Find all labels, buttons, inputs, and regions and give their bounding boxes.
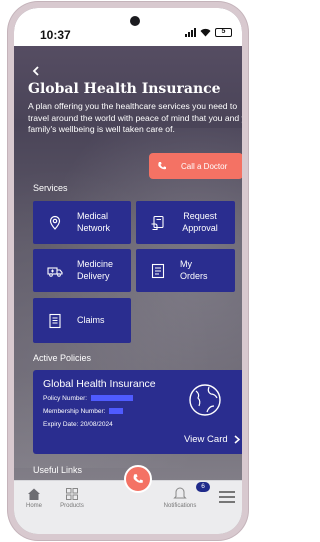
nav-products-label: Products [60, 503, 84, 509]
service-medical-network[interactable]: Medical Network [33, 201, 131, 244]
page-title: Global Health Insurance [28, 81, 221, 97]
active-policies-title: Active Policies [33, 353, 92, 363]
battery-level: 5 [221, 27, 226, 35]
call-doctor-button[interactable]: Call a Doctor [149, 153, 242, 179]
service-medicine-delivery[interactable]: Medicine Delivery [33, 249, 131, 292]
globe-icon [189, 384, 221, 416]
nav-products[interactable]: Products [52, 487, 92, 509]
policy-name: Global Health Insurance [43, 378, 156, 390]
service-label: Request Approval [182, 211, 218, 233]
expiry-date: Expiry Date: 20/08/2024 [43, 421, 113, 428]
status-bar: 10:37 5 [14, 8, 242, 46]
view-card-link[interactable]: View Card [184, 434, 240, 445]
page-description: A plan offering you the healthcare servi… [28, 101, 242, 134]
service-label: Claims [77, 314, 105, 325]
nav-home[interactable]: Home [14, 487, 54, 509]
location-pin-icon [49, 215, 61, 230]
useful-links-title: Useful Links [33, 465, 83, 475]
front-camera [130, 16, 140, 26]
order-list-icon [151, 263, 165, 278]
nav-notifications[interactable]: Notifications [158, 487, 202, 509]
phone-icon [133, 474, 143, 483]
call-fab-button[interactable] [124, 465, 152, 493]
signal-icon [185, 27, 196, 37]
service-label: My Orders [180, 259, 208, 281]
membership-number: Membership Number: [43, 408, 124, 415]
nav-notifications-label: Notifications [163, 503, 197, 509]
chevron-right-icon [234, 435, 240, 444]
service-label: Medicine Delivery [77, 259, 114, 281]
redacted-membership-number [109, 408, 124, 415]
redacted-policy-number [90, 395, 133, 402]
service-label: Medical Network [77, 211, 111, 233]
status-icons: 5 [185, 27, 232, 37]
status-time: 10:37 [40, 28, 71, 42]
ambulance-icon [47, 266, 63, 277]
wifi-icon [200, 28, 211, 36]
hamburger-menu-icon[interactable] [219, 491, 235, 503]
call-doctor-label: Call a Doctor [181, 161, 228, 171]
policy-number: Policy Number: [43, 395, 133, 402]
battery-icon: 5 [215, 27, 232, 37]
notifications-icon [173, 487, 187, 499]
nav-home-label: Home [25, 503, 42, 509]
hand-document-icon [151, 215, 164, 230]
service-my-orders[interactable]: My Orders [136, 249, 235, 292]
service-claims[interactable]: Claims [33, 298, 131, 343]
policy-card[interactable]: Global Health Insurance Policy Number: M… [33, 370, 242, 454]
view-card-label: View Card [184, 434, 228, 445]
service-request-approval[interactable]: Request Approval [136, 201, 235, 244]
back-arrow-icon[interactable] [32, 64, 40, 79]
home-icon [28, 488, 40, 500]
grid-icon [66, 488, 78, 500]
phone-icon [158, 162, 166, 170]
policy-number-label: Policy Number: [43, 395, 88, 402]
claims-document-icon [49, 313, 61, 328]
services-title: Services [33, 183, 68, 193]
app-screen: 10:37 5 Global Health Insurance A plan o… [14, 8, 242, 534]
membership-number-label: Membership Number: [43, 408, 106, 415]
notification-count-badge: 6 [196, 482, 210, 492]
